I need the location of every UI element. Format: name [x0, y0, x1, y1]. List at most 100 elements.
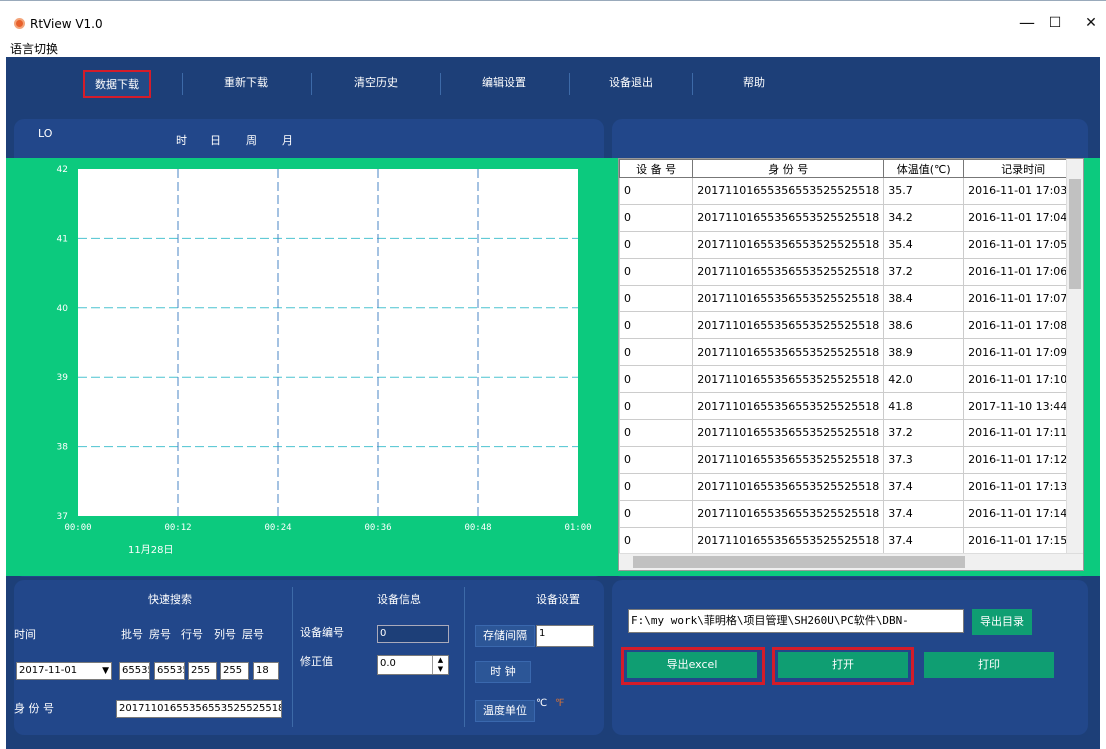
stepper-arrows-icon[interactable]: ▲ ▼: [432, 656, 448, 674]
cell-temp[interactable]: 38.6: [883, 311, 965, 340]
cell-time[interactable]: 2016-11-01 17:06:2: [963, 257, 1083, 286]
table-row[interactable]: 0 20171101655356553525525518 34.2 2016-11-0…: [619, 203, 1083, 232]
edit-settings-button[interactable]: 编辑设置: [469, 70, 539, 98]
table-row[interactable]: 0 20171101655356553525525518 38.4 2016-11-0…: [619, 284, 1083, 313]
floor-input[interactable]: 18: [253, 662, 279, 680]
cell-temp[interactable]: 38.9: [883, 338, 965, 367]
cell-device[interactable]: 0: [619, 499, 694, 528]
date-select[interactable]: 2017-11-01 ▼: [16, 662, 112, 680]
table-row[interactable]: 0 20171101655356553525525518 37.4 2016-11-0…: [619, 472, 1083, 501]
cell-temp[interactable]: 37.4: [883, 499, 965, 528]
tab-hour[interactable]: 时: [176, 132, 187, 148]
table-row[interactable]: 0 20171101655356553525525518 38.6 2016-11-0…: [619, 311, 1083, 340]
cell-temp[interactable]: 35.4: [883, 230, 965, 259]
col-header-temp[interactable]: 体温值(℃): [883, 159, 965, 178]
cell-id[interactable]: 20171101655356553525525518: [692, 177, 885, 205]
unit-celsius-option[interactable]: ℃: [536, 698, 547, 709]
table-row[interactable]: 0 20171101655356553525525518 35.7 2016-11-0…: [619, 177, 1083, 205]
room-input[interactable]: 65535: [154, 662, 185, 680]
cell-device[interactable]: 0: [619, 472, 694, 501]
open-button[interactable]: 打开: [778, 652, 908, 678]
vertical-scroll-thumb[interactable]: [1069, 179, 1081, 289]
cell-time[interactable]: 2016-11-01 17:03:2: [963, 177, 1083, 205]
export-excel-button[interactable]: 导出excel: [627, 652, 757, 678]
cell-id[interactable]: 20171101655356553525525518: [692, 230, 885, 259]
tab-month[interactable]: 月: [282, 132, 293, 148]
menu-language-switch[interactable]: 语言切换: [10, 40, 58, 57]
export-directory-button[interactable]: 导出目录: [972, 609, 1032, 635]
cell-time[interactable]: 2016-11-01 17:07:2: [963, 284, 1083, 313]
correction-stepper[interactable]: 0.0 ▲ ▼: [377, 655, 449, 675]
id-input[interactable]: 20171101655356553525525518: [116, 700, 282, 718]
cell-device[interactable]: 0: [619, 284, 694, 313]
table-row[interactable]: 0 20171101655356553525525518 37.4 2016-11-0…: [619, 499, 1083, 528]
device-exit-button[interactable]: 设备退出: [596, 70, 666, 98]
cell-time[interactable]: 2016-11-01 17:14:2: [963, 499, 1083, 528]
table-row[interactable]: 0 20171101655356553525525518 37.2 2016-11-0…: [619, 257, 1083, 286]
clock-button[interactable]: 时 钟: [475, 661, 531, 683]
storage-interval-input[interactable]: 1: [536, 625, 594, 647]
cell-id[interactable]: 20171101655356553525525518: [692, 365, 885, 394]
horizontal-scroll-thumb[interactable]: [633, 556, 965, 568]
cell-time[interactable]: 2016-11-01 17:09:2: [963, 338, 1083, 367]
cell-temp[interactable]: 35.7: [883, 177, 965, 205]
cell-id[interactable]: 20171101655356553525525518: [692, 499, 885, 528]
cell-temp[interactable]: 37.4: [883, 472, 965, 501]
tab-week[interactable]: 周: [246, 132, 257, 148]
table-row[interactable]: 0 20171101655356553525525518 37.4 2016-11-0…: [619, 526, 1083, 555]
minimize-button[interactable]: —: [1012, 12, 1042, 34]
cell-device[interactable]: 0: [619, 230, 694, 259]
cell-time[interactable]: 2016-11-01 17:12:2: [963, 445, 1083, 474]
vertical-scrollbar[interactable]: [1066, 159, 1083, 555]
cell-temp[interactable]: 38.4: [883, 284, 965, 313]
cell-time[interactable]: 2016-11-01 17:08:2: [963, 311, 1083, 340]
cell-id[interactable]: 20171101655356553525525518: [692, 311, 885, 340]
cell-device[interactable]: 0: [619, 203, 694, 232]
cell-device[interactable]: 0: [619, 445, 694, 474]
maximize-button[interactable]: ☐: [1040, 12, 1070, 34]
cell-device[interactable]: 0: [619, 365, 694, 394]
cell-id[interactable]: 20171101655356553525525518: [692, 257, 885, 286]
clear-history-button[interactable]: 清空历史: [341, 70, 411, 98]
cell-device[interactable]: 0: [619, 419, 694, 447]
cell-device[interactable]: 0: [619, 257, 694, 286]
batch-input[interactable]: 65535: [119, 662, 150, 680]
table-row[interactable]: 0 20171101655356553525525518 35.4 2016-11-0…: [619, 230, 1083, 259]
help-button[interactable]: 帮助: [724, 70, 784, 98]
cell-device[interactable]: 0: [619, 392, 694, 421]
cell-id[interactable]: 20171101655356553525525518: [692, 526, 885, 555]
redownload-button[interactable]: 重新下载: [211, 70, 281, 98]
table-row[interactable]: 0 20171101655356553525525518 42.0 2016-11-0…: [619, 365, 1083, 394]
cell-time[interactable]: 2016-11-01 17:10:2: [963, 365, 1083, 394]
col-header-time[interactable]: 记录时间: [963, 159, 1083, 178]
table-row[interactable]: 0 20171101655356553525525518 37.2 2016-11-0…: [619, 419, 1083, 447]
cell-temp[interactable]: 42.0: [883, 365, 965, 394]
cell-temp[interactable]: 37.4: [883, 526, 965, 555]
chevron-down-icon[interactable]: ▼: [102, 663, 109, 679]
cell-device[interactable]: 0: [619, 177, 694, 205]
cell-temp[interactable]: 41.8: [883, 392, 965, 421]
cell-time[interactable]: 2016-11-01 17:11:2: [963, 419, 1083, 447]
print-button[interactable]: 打印: [924, 652, 1054, 678]
table-row[interactable]: 0 20171101655356553525525518 37.3 2016-11-0…: [619, 445, 1083, 474]
cell-temp[interactable]: 34.2: [883, 203, 965, 232]
cell-id[interactable]: 20171101655356553525525518: [692, 203, 885, 232]
cell-device[interactable]: 0: [619, 311, 694, 340]
cell-time[interactable]: 2016-11-01 17:13:2: [963, 472, 1083, 501]
table-row[interactable]: 0 20171101655356553525525518 41.8 2017-11-1…: [619, 392, 1083, 421]
cell-id[interactable]: 20171101655356553525525518: [692, 338, 885, 367]
cell-time[interactable]: 2017-11-10 13:44:2: [963, 392, 1083, 421]
col-input[interactable]: 255: [220, 662, 249, 680]
cell-id[interactable]: 20171101655356553525525518: [692, 392, 885, 421]
cell-time[interactable]: 2016-11-01 17:15:2: [963, 526, 1083, 555]
unit-fahrenheit-option[interactable]: ℉: [555, 698, 565, 709]
cell-id[interactable]: 20171101655356553525525518: [692, 472, 885, 501]
row-input[interactable]: 255: [188, 662, 217, 680]
horizontal-scrollbar[interactable]: [619, 553, 1083, 570]
download-data-button[interactable]: 数据下载: [83, 70, 151, 98]
cell-id[interactable]: 20171101655356553525525518: [692, 419, 885, 447]
cell-device[interactable]: 0: [619, 338, 694, 367]
cell-device[interactable]: 0: [619, 526, 694, 555]
close-button[interactable]: ✕: [1076, 12, 1106, 34]
col-header-id[interactable]: 身 份 号: [692, 159, 885, 178]
